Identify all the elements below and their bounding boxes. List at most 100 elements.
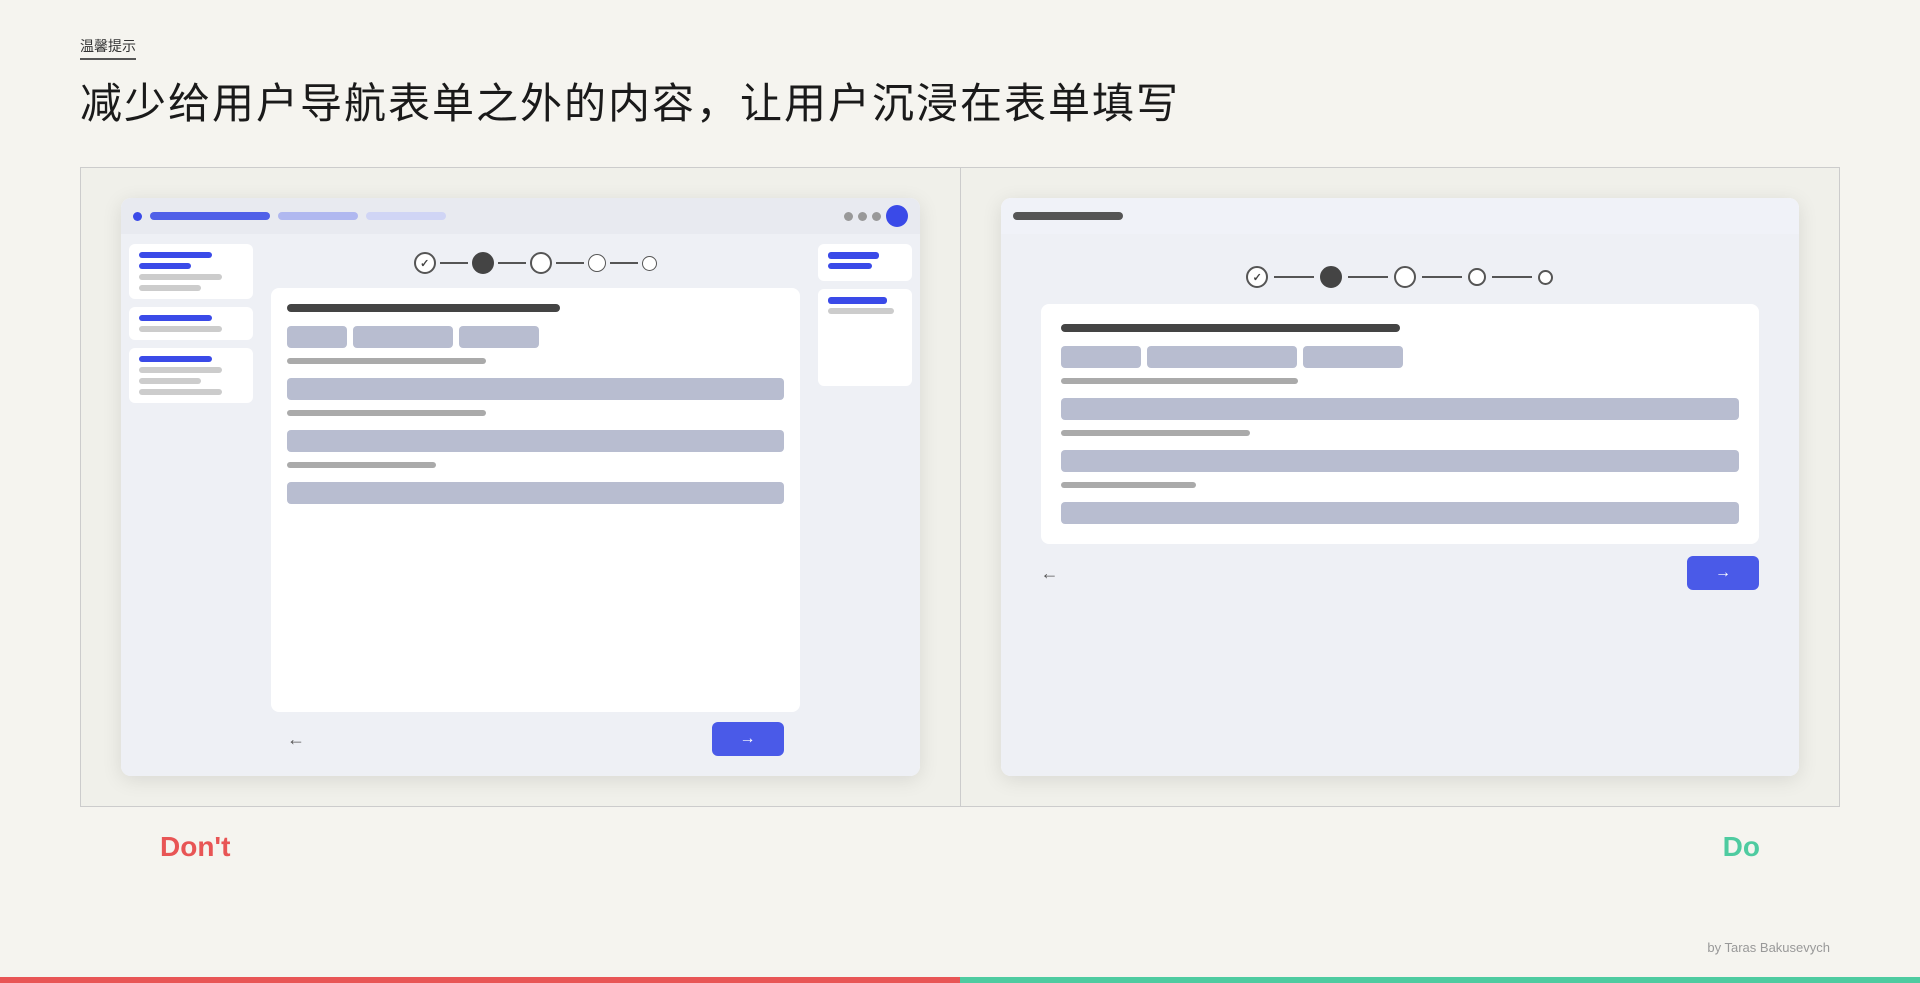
- left-nav-buttons: ← →: [271, 712, 800, 766]
- r-step-5: [1538, 270, 1553, 285]
- back-button[interactable]: ←: [287, 729, 305, 750]
- form-field[interactable]: [459, 326, 539, 348]
- left-panel-content: ← →: [121, 234, 920, 776]
- url-block-1: [150, 212, 270, 220]
- favicon-icon: [133, 212, 142, 221]
- r-form-field-full-2[interactable]: [1061, 450, 1740, 472]
- form-field[interactable]: [353, 326, 453, 348]
- action-dot-2: [858, 212, 867, 221]
- r-form-label-3: [1061, 482, 1197, 488]
- right-browser-window: ← →: [1001, 198, 1800, 776]
- step-1: [414, 252, 436, 274]
- rs-line: [828, 297, 887, 304]
- r-step-3: [1394, 266, 1416, 288]
- tip-label: 温馨提示: [80, 36, 136, 60]
- rs-block-2: [818, 289, 912, 386]
- sb-line: [139, 378, 201, 384]
- step-2: [472, 252, 494, 274]
- r-form-field[interactable]: [1147, 346, 1297, 368]
- form-label-3: [287, 462, 436, 468]
- sb-line: [139, 285, 201, 291]
- r-form-field-full-1[interactable]: [1061, 398, 1740, 420]
- step-3: [530, 252, 552, 274]
- sb-line: [139, 274, 222, 280]
- r-step-4: [1468, 268, 1486, 286]
- r-form-field[interactable]: [1303, 346, 1403, 368]
- do-label: Do: [1723, 831, 1760, 863]
- form-label-1: [287, 358, 486, 364]
- form-field[interactable]: [287, 326, 347, 348]
- left-browser-content: ← →: [121, 234, 920, 776]
- form-label-2: [287, 410, 486, 416]
- right-nav-buttons: ← →: [1041, 544, 1760, 602]
- sidebar-block-3: [129, 348, 253, 403]
- sb-line: [139, 315, 212, 321]
- page-container: 温馨提示 减少给用户导航表单之外的内容，让用户沉浸在表单填写: [0, 0, 1920, 983]
- step-4: [588, 254, 606, 272]
- form-row-1: [287, 326, 784, 348]
- r-form-field-full-3[interactable]: [1061, 502, 1740, 524]
- step-line: [440, 262, 468, 264]
- rs-line: [828, 252, 880, 259]
- url-area: [133, 212, 838, 221]
- form-field-full-2[interactable]: [287, 430, 784, 452]
- r-form-row-1: [1061, 346, 1740, 368]
- rs-line: [828, 308, 895, 314]
- next-button[interactable]: →: [712, 722, 784, 756]
- dont-bar: [0, 977, 960, 983]
- credit-text: by Taras Bakusevych: [1707, 940, 1830, 955]
- step-line: [556, 262, 584, 264]
- r-form-title: [1061, 324, 1400, 332]
- action-icon: [886, 205, 908, 227]
- left-browser-main: ← →: [261, 234, 810, 776]
- sb-line: [139, 389, 222, 395]
- step-line: [610, 262, 638, 264]
- form-field-full-1[interactable]: [287, 378, 784, 400]
- sb-line: [139, 367, 222, 373]
- bottom-bar: [0, 977, 1920, 983]
- r-step-1: [1246, 266, 1268, 288]
- right-panel: ← →: [961, 168, 1840, 806]
- left-browser-bar: [121, 198, 920, 234]
- r-next-button[interactable]: →: [1687, 556, 1759, 590]
- left-sidebar: [121, 234, 261, 776]
- r-form-label-1: [1061, 378, 1298, 384]
- action-dot-3: [872, 212, 881, 221]
- dont-label: Don't: [160, 831, 230, 863]
- form-title: [287, 304, 560, 312]
- right-stepper: [1041, 254, 1760, 304]
- sidebar-block-2: [129, 307, 253, 340]
- left-form-card: [271, 288, 800, 712]
- comparison-container: ← →: [80, 167, 1840, 807]
- r-step-line: [1348, 276, 1388, 278]
- step-5: [642, 256, 657, 271]
- r-form-label-2: [1061, 430, 1251, 436]
- address-bar: [1013, 212, 1123, 220]
- rs-block-1: [818, 244, 912, 281]
- step-line: [498, 262, 526, 264]
- rs-image: [828, 318, 902, 378]
- right-form-card: [1041, 304, 1760, 544]
- left-stepper: [271, 244, 800, 282]
- do-bar: [960, 977, 1920, 983]
- left-panel: ← →: [81, 168, 961, 806]
- form-field-full-3[interactable]: [287, 482, 784, 504]
- right-browser-bar: [1001, 198, 1800, 234]
- action-dot-1: [844, 212, 853, 221]
- sb-line: [139, 252, 212, 258]
- label-row: Don't Do: [80, 815, 1840, 863]
- main-title: 减少给用户导航表单之外的内容，让用户沉浸在表单填写: [80, 70, 1840, 131]
- url-block-3: [366, 212, 446, 220]
- r-step-line: [1274, 276, 1314, 278]
- sb-line: [139, 356, 212, 362]
- r-step-2: [1320, 266, 1342, 288]
- sb-line: [139, 326, 222, 332]
- r-step-line: [1422, 276, 1462, 278]
- rs-line: [828, 263, 872, 269]
- r-back-button[interactable]: ←: [1041, 563, 1059, 584]
- r-step-line: [1492, 276, 1532, 278]
- r-form-field[interactable]: [1061, 346, 1141, 368]
- sidebar-block-1: [129, 244, 253, 299]
- left-browser-window: ← →: [121, 198, 920, 776]
- sb-line: [139, 263, 191, 269]
